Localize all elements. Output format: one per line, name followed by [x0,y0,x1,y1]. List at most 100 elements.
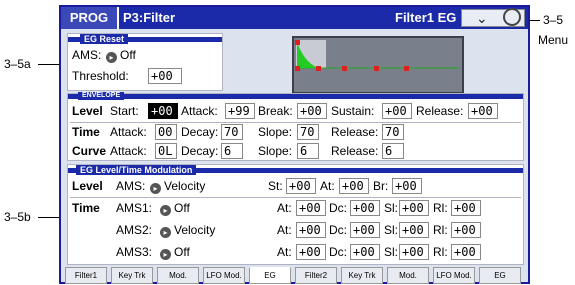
ams1-sl-field[interactable]: +00 [399,200,429,216]
release-start-point [374,66,379,71]
mode-label[interactable]: PROG [61,7,119,29]
ams2-sl-field[interactable]: +00 [399,222,429,238]
mod-level-ams-select[interactable]: ▸ Velocity [150,178,205,194]
ams1-dc-field[interactable]: +00 [350,200,380,216]
curve-release-field[interactable]: 6 [382,143,404,159]
ams2-select[interactable]: ▸ Velocity [160,222,215,238]
time-slope-label: Slope: [258,125,293,139]
time-release-field[interactable]: 70 [382,124,404,140]
ams2-value: Velocity [174,223,216,237]
time-slope-field[interactable]: 70 [297,124,319,140]
eg-reset-callout: 3–5a [4,57,31,71]
ams2-label: AMS2: [116,223,153,237]
curve-slope-label: Slope: [258,144,293,158]
level-start-field[interactable]: +00 [148,103,178,119]
envelope-bar [68,94,523,99]
level-release-field[interactable]: +00 [468,103,498,119]
curve-release-label: Release: [331,144,379,158]
ams1-value: Off [174,201,190,215]
ams1-dc-label: Dc: [329,201,347,215]
tab-lfo-mod-2[interactable]: LFO Mod. [433,267,475,284]
mod-level-ams-label: AMS: [116,179,146,193]
tab-lfo-mod-1[interactable]: LFO Mod. [203,267,245,284]
mod-divider [70,197,521,198]
ams2-dc-field[interactable]: +00 [350,222,380,238]
tab-mod-1[interactable]: Mod. [157,267,199,284]
ams3-dc-field[interactable]: +00 [350,244,380,260]
envelope-curve-label: Curve [72,144,107,158]
eg-reset-ams-select[interactable]: ▸ Off [106,47,136,63]
mod-time-label: Time [72,201,100,215]
release-point [404,66,409,71]
ams3-rl-field[interactable]: +00 [451,244,481,260]
ams2-rl-field[interactable]: +00 [451,222,481,238]
popup-arrow-icon: ▸ [150,183,161,194]
ams1-at-field[interactable]: +00 [296,200,326,216]
ams2-dc-label: Dc: [329,223,347,237]
envelope-time-label: Time [72,125,100,139]
menu-button[interactable]: ⌄ [461,8,525,27]
mod-level-st-label: St: [268,179,283,193]
level-sustain-field[interactable]: +00 [382,103,412,119]
ams2-at-label: At: [277,223,292,237]
mod-level-br-label: Br: [373,179,389,193]
ams1-sl-label: Sl: [384,201,399,215]
attack-point [295,40,300,45]
ams1-select[interactable]: ▸ Off [160,200,190,216]
tab-key-trk-2[interactable]: Key Trk [341,267,383,284]
ams1-rl-label: Rl: [433,201,448,215]
level-break-field[interactable]: +00 [297,103,327,119]
envelope-title: ENVELOPE [78,92,125,100]
tab-eg-2[interactable]: EG [479,267,521,284]
tab-filter1[interactable]: Filter1 [65,267,107,284]
tab-mod-2[interactable]: Mod. [387,267,429,284]
mod-level-br-field[interactable]: +00 [392,178,422,194]
tab-filter2[interactable]: Filter2 [295,267,337,284]
menu-callout-label: Menu [538,33,569,47]
header-bar: PROG P3:Filter Filter1 EG ⌄ [61,7,528,29]
envelope-section: ENVELOPE Level Start: +00 Attack: +99 Br… [67,92,524,161]
mod-level-at-label: At: [320,179,335,193]
envelope-graph [292,36,464,94]
threshold-field[interactable]: +00 [148,68,182,84]
page-title: P3:Filter [123,10,176,25]
level-break-label: Break: [258,104,293,118]
envelope-divider [70,122,521,123]
curve-slope-field[interactable]: 6 [297,143,319,159]
threshold-label: Threshold: [72,69,129,83]
level-release-label: Release: [416,104,464,118]
curve-decay-field[interactable]: 6 [221,143,243,159]
popup-arrow-icon: ▸ [160,205,171,216]
eg-reset-callout-line [38,64,60,65]
time-decay-field[interactable]: 70 [221,124,243,140]
time-release-label: Release: [331,125,379,139]
break-point [316,66,321,71]
tab-eg-1[interactable]: EG [249,267,291,284]
ams3-at-field[interactable]: +00 [296,244,326,260]
popup-arrow-icon: ▸ [160,249,171,260]
time-attack-field[interactable]: 00 [155,124,177,140]
mod-level-st-field[interactable]: +00 [286,178,316,194]
ams3-at-label: At: [277,245,292,259]
ams3-select[interactable]: ▸ Off [160,244,190,260]
page-tabs: Filter1 Key Trk Mod. LFO Mod. EG Filter2… [61,267,528,284]
eg-mod-callout-line [38,217,60,218]
tab-key-trk-1[interactable]: Key Trk [111,267,153,284]
envelope-level-label: Level [72,104,103,118]
eg-mod-callout: 3–5b [4,210,31,224]
ams2-at-field[interactable]: +00 [296,222,326,238]
eg-reset-ams-label: AMS: [72,48,102,62]
level-attack-field[interactable]: +99 [225,103,255,119]
subpage-title: Filter1 EG [395,10,457,25]
sustain-point [342,66,347,71]
curve-attack-label: Attack: [110,144,147,158]
start-point [295,66,300,71]
curve-attack-field[interactable]: 0L [155,143,177,159]
ams3-sl-field[interactable]: +00 [399,244,429,260]
ams1-rl-field[interactable]: +00 [451,200,481,216]
mod-level-ams-value: Velocity [164,179,206,193]
ams3-rl-label: Rl: [433,245,448,259]
mod-level-at-field[interactable]: +00 [339,178,369,194]
level-attack-label: Attack: [181,104,218,118]
eg-modulation-section: EG Level/Time Modulation Level AMS: ▸ Vel… [67,164,524,265]
